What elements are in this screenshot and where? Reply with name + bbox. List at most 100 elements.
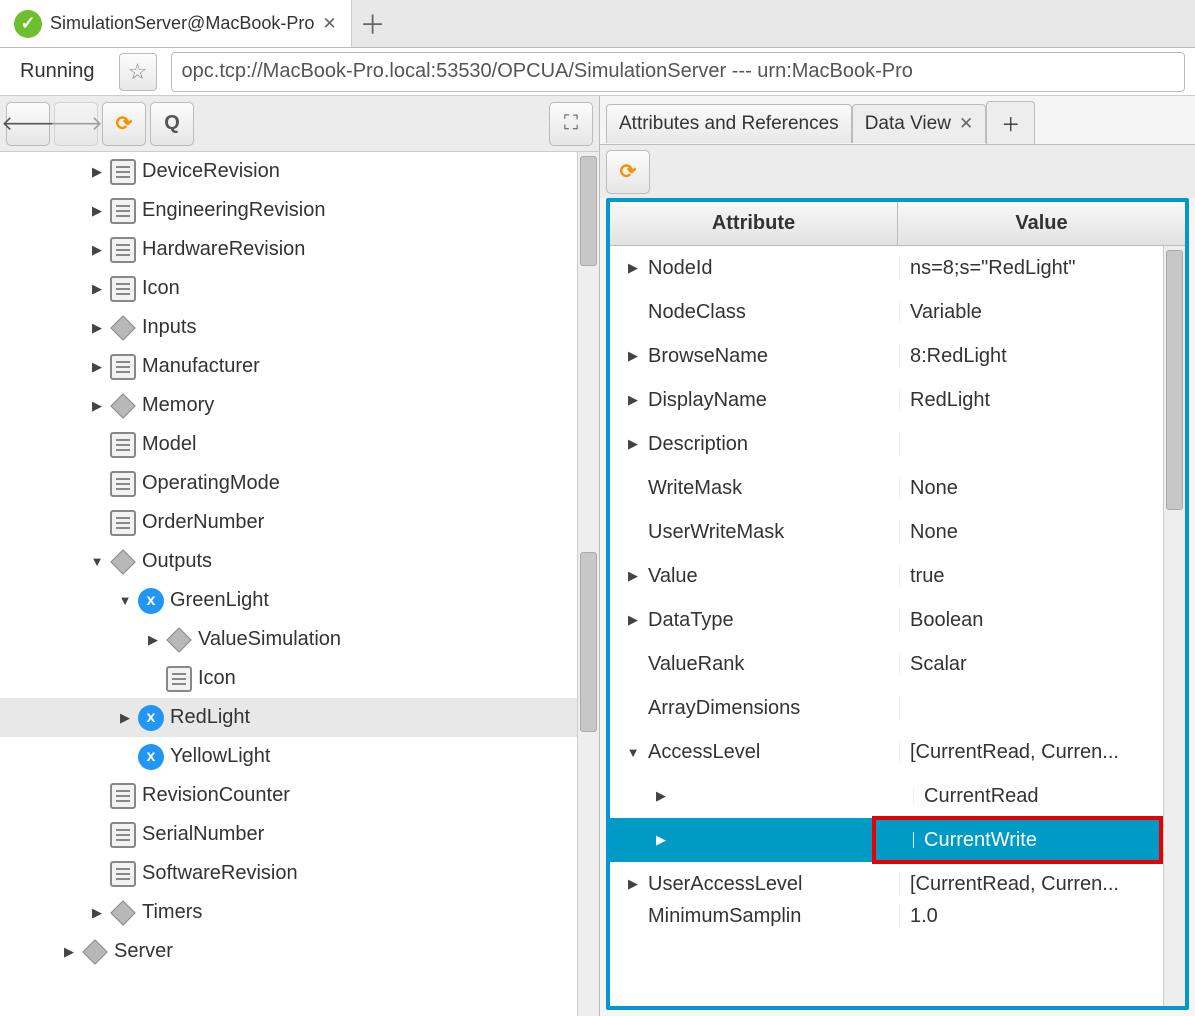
- expander-icon[interactable]: ▶: [624, 260, 642, 276]
- add-panel-tab-button[interactable]: ＋: [986, 101, 1035, 145]
- tab-data-view[interactable]: Data View ✕: [852, 104, 987, 143]
- attributes-header: Attribute Value: [610, 202, 1185, 246]
- expander-icon[interactable]: ▶: [88, 905, 106, 921]
- tree-node[interactable]: RevisionCounter: [0, 776, 599, 815]
- tree-node[interactable]: ▶EngineeringRevision: [0, 191, 599, 230]
- attribute-name: ArrayDimensions: [648, 697, 800, 720]
- expander-icon[interactable]: ▶: [624, 568, 642, 584]
- expander-icon[interactable]: ▶: [116, 710, 134, 726]
- expander-icon[interactable]: ▶: [88, 203, 106, 219]
- expander-icon[interactable]: ▶: [88, 164, 106, 180]
- connected-icon: ✓: [14, 10, 42, 38]
- tree-node[interactable]: ▼Outputs: [0, 542, 599, 581]
- expander-icon[interactable]: ▶: [88, 281, 106, 297]
- address-space-tree[interactable]: ▶DeviceRevision▶EngineeringRevision▶Hard…: [0, 152, 599, 1016]
- connection-tab[interactable]: ✓ SimulationServer@MacBook-Pro ✕: [0, 0, 352, 47]
- expander-icon[interactable]: ▶: [624, 436, 642, 452]
- close-icon[interactable]: ✕: [959, 114, 973, 134]
- expander-icon[interactable]: ▼: [88, 554, 106, 569]
- tree-node[interactable]: ▶Manufacturer: [0, 347, 599, 386]
- expander-icon[interactable]: ▶: [652, 788, 670, 804]
- attribute-row[interactable]: NodeClassVariable: [610, 290, 1185, 334]
- attr-scrollbar[interactable]: [1163, 246, 1185, 1006]
- col-attribute[interactable]: Attribute: [610, 202, 898, 245]
- tree-node[interactable]: ▶xRedLight: [0, 698, 599, 737]
- expander-icon[interactable]: ▶: [624, 612, 642, 628]
- attribute-row[interactable]: ValueRankScalar: [610, 642, 1185, 686]
- address-field[interactable]: opc.tcp://MacBook-Pro.local:53530/OPCUA/…: [171, 52, 1185, 92]
- expander-icon[interactable]: ▶: [88, 398, 106, 414]
- tree-node[interactable]: ▶Timers: [0, 893, 599, 932]
- forward-button[interactable]: 🡒: [54, 102, 98, 146]
- expander-icon[interactable]: ▼: [624, 745, 642, 760]
- tree-node[interactable]: Model: [0, 425, 599, 464]
- attribute-value: CurrentRead: [914, 785, 1185, 808]
- expander-icon[interactable]: ▶: [88, 320, 106, 336]
- refresh-button[interactable]: ⟳: [102, 102, 146, 146]
- tree-scrollbar[interactable]: [577, 152, 599, 1016]
- expand-button[interactable]: ⛶: [549, 102, 593, 146]
- attribute-value: CurrentWrite: [914, 829, 1185, 852]
- expander-icon[interactable]: ▶: [624, 876, 642, 892]
- attribute-row[interactable]: MinimumSamplin1.0: [610, 906, 1185, 926]
- attribute-row[interactable]: ▶NodeIdns=8;s="RedLight": [610, 246, 1185, 290]
- attribute-row[interactable]: ▶Valuetrue: [610, 554, 1185, 598]
- property-icon: [110, 198, 136, 224]
- back-button[interactable]: 🡐: [6, 102, 50, 146]
- attribute-row[interactable]: ▼AccessLevel[CurrentRead, Curren...: [610, 730, 1185, 774]
- add-tab-button[interactable]: ＋: [352, 5, 394, 42]
- attribute-value: ns=8;s="RedLight": [900, 257, 1185, 280]
- search-button[interactable]: Q: [150, 102, 194, 146]
- expander-icon[interactable]: ▶: [88, 242, 106, 258]
- attribute-row[interactable]: ▶DisplayNameRedLight: [610, 378, 1185, 422]
- attribute-row[interactable]: ▶Description: [610, 422, 1185, 466]
- tree-node[interactable]: Icon: [0, 659, 599, 698]
- attribute-name: DataType: [648, 609, 734, 632]
- attribute-row[interactable]: WriteMaskNone: [610, 466, 1185, 510]
- tree-node[interactable]: xYellowLight: [0, 737, 599, 776]
- tree-node-label: Model: [142, 433, 196, 456]
- expander-icon[interactable]: ▶: [652, 832, 670, 848]
- expander-icon[interactable]: ▼: [116, 593, 134, 608]
- favorite-button[interactable]: ☆: [119, 53, 157, 91]
- tree-node[interactable]: OrderNumber: [0, 503, 599, 542]
- expander-icon[interactable]: ▶: [624, 348, 642, 364]
- expander-icon[interactable]: ▶: [88, 359, 106, 375]
- tree-node[interactable]: ▶DeviceRevision: [0, 152, 599, 191]
- tree-node[interactable]: ▶Server: [0, 932, 599, 971]
- object-icon: [110, 549, 136, 575]
- status-row: Running ☆ opc.tcp://MacBook-Pro.local:53…: [0, 48, 1195, 96]
- tree-node[interactable]: SerialNumber: [0, 815, 599, 854]
- attribute-row[interactable]: ▶BrowseName8:RedLight: [610, 334, 1185, 378]
- attribute-row[interactable]: ▶ CurrentRead: [610, 774, 1185, 818]
- attribute-row[interactable]: ArrayDimensions: [610, 686, 1185, 730]
- details-pane: Attributes and References Data View ✕ ＋ …: [600, 96, 1195, 1016]
- attribute-value: RedLight: [900, 389, 1185, 412]
- attribute-row[interactable]: ▶DataTypeBoolean: [610, 598, 1185, 642]
- tree-node-label: OrderNumber: [142, 511, 264, 534]
- col-value[interactable]: Value: [898, 202, 1185, 245]
- tree-node[interactable]: ▶Inputs: [0, 308, 599, 347]
- attribute-row[interactable]: UserWriteMaskNone: [610, 510, 1185, 554]
- attribute-value: 8:RedLight: [900, 345, 1185, 368]
- tree-node[interactable]: SoftwareRevision: [0, 854, 599, 893]
- attribute-row[interactable]: ▶ CurrentWrite: [610, 818, 1185, 862]
- tree-node[interactable]: ▶HardwareRevision: [0, 230, 599, 269]
- tree-node[interactable]: OperatingMode: [0, 464, 599, 503]
- tree-node[interactable]: ▶Memory: [0, 386, 599, 425]
- tree-node[interactable]: ▶Icon: [0, 269, 599, 308]
- expander-icon[interactable]: ▶: [60, 944, 78, 960]
- tree-node[interactable]: ▶ValueSimulation: [0, 620, 599, 659]
- attribute-name: MinimumSamplin: [648, 905, 801, 928]
- object-icon: [110, 900, 136, 926]
- tree-node-label: GreenLight: [170, 589, 269, 612]
- attribute-value: true: [900, 565, 1185, 588]
- expander-icon[interactable]: ▶: [144, 632, 162, 648]
- attribute-row[interactable]: ▶UserAccessLevel[CurrentRead, Curren...: [610, 862, 1185, 906]
- expander-icon[interactable]: ▶: [624, 392, 642, 408]
- refresh-attributes-button[interactable]: ⟳: [606, 150, 650, 194]
- attributes-toolbar: ⟳: [600, 144, 1195, 198]
- close-icon[interactable]: ✕: [322, 14, 336, 34]
- tab-attributes[interactable]: Attributes and References: [606, 104, 852, 143]
- tree-node[interactable]: ▼xGreenLight: [0, 581, 599, 620]
